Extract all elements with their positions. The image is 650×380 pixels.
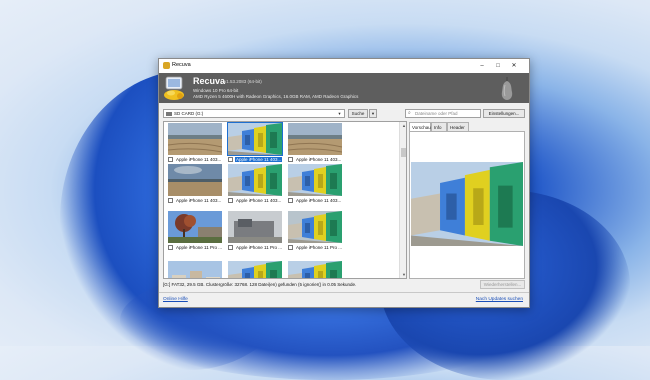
file-thumbnail-item[interactable]: Apple iPhone 11 403... xyxy=(166,122,224,166)
file-thumbnail-item[interactable]: Apple iPhone 11 403... xyxy=(226,163,284,207)
file-checkbox[interactable] xyxy=(168,157,173,162)
file-checkbox[interactable] xyxy=(288,157,293,162)
photo-thumbnail xyxy=(168,123,222,155)
photo-thumbnail xyxy=(168,261,222,278)
tab-vorschau[interactable]: Vorschau xyxy=(409,122,431,131)
divider xyxy=(159,292,529,293)
drive-select[interactable]: SD CARD (G:) ▾ xyxy=(163,109,345,118)
file-checkbox[interactable] xyxy=(228,198,233,203)
photo-thumbnail xyxy=(227,122,283,156)
online-help-link[interactable]: Online Hilfe xyxy=(163,297,188,302)
file-name-label: Apple iPhone 11 403... xyxy=(296,198,342,203)
recuva-window: Recuva – □ ✕ Recuva v1.53.2083 (64-bit) … xyxy=(158,58,530,308)
hardware-info: AMD Ryzen 5 4600H with Radeon Graphics, … xyxy=(193,94,359,99)
file-thumbnail-item[interactable]: Apple iPhone 11 Pro ... xyxy=(166,210,224,254)
file-name-label: Apple iPhone 11 Pro ... xyxy=(236,245,282,250)
photo-thumbnail xyxy=(228,211,282,243)
chevron-down-icon: ▾ xyxy=(338,111,341,116)
app-header: Recuva v1.53.2083 (64-bit) Windows 10 Pr… xyxy=(159,73,529,103)
photo-thumbnail xyxy=(168,211,222,243)
search-options-dropdown[interactable]: ▾ xyxy=(369,109,377,118)
preview-panel xyxy=(409,131,525,279)
file-name-label: Apple iPhone 11 Pro ... xyxy=(296,245,342,250)
drive-select-value: SD CARD (G:) xyxy=(174,111,204,116)
settings-button[interactable]: Einstellungen... xyxy=(483,109,525,118)
search-icon: ⌕ xyxy=(408,110,411,116)
file-checkbox[interactable] xyxy=(228,245,233,250)
minimize-button[interactable]: – xyxy=(477,61,487,71)
recuva-logo-icon xyxy=(164,76,184,100)
file-name-label: Apple iPhone 11 403... xyxy=(296,157,342,162)
file-checkbox[interactable] xyxy=(288,198,293,203)
file-thumbnail-item[interactable] xyxy=(226,260,284,278)
piriform-pear-icon xyxy=(501,77,513,100)
file-thumbnail-item[interactable]: Apple iPhone 11 403... xyxy=(286,163,344,207)
scroll-down-icon[interactable]: ▼ xyxy=(400,271,406,278)
title-bar[interactable]: Recuva – □ ✕ xyxy=(159,59,529,73)
file-thumbnail-grid: ▲ ▼ Apple iPhone 11 403... Apple iPhone … xyxy=(163,121,407,279)
file-thumbnail-item[interactable] xyxy=(286,260,344,278)
window-title: Recuva xyxy=(172,62,191,68)
file-checkbox[interactable] xyxy=(288,245,293,250)
recuva-app-icon xyxy=(163,62,170,69)
photo-thumbnail xyxy=(168,164,222,196)
vertical-scrollbar[interactable]: ▲ ▼ xyxy=(399,122,406,278)
file-thumbnail-item[interactable] xyxy=(166,260,224,278)
app-version: v1.53.2083 (64-bit) xyxy=(224,79,262,84)
file-thumbnail-item[interactable]: Apple iPhone 11 403... xyxy=(166,163,224,207)
photo-thumbnail xyxy=(288,164,342,196)
scrollbar-thumb[interactable] xyxy=(401,148,406,157)
file-name-label: Apple iPhone 11 403... xyxy=(236,198,282,203)
filename-search-input[interactable]: ⌕ Dateiname oder Pfad xyxy=(405,109,481,118)
tab-header[interactable]: Header xyxy=(447,122,469,131)
preview-image xyxy=(411,162,523,246)
file-checkbox[interactable] xyxy=(168,245,173,250)
recover-button[interactable]: Wiederherstellen... xyxy=(480,280,525,289)
file-thumbnail-item[interactable]: Apple iPhone 11 Pro ... xyxy=(286,210,344,254)
photo-thumbnail xyxy=(288,211,342,243)
file-thumbnail-item[interactable]: Apple iPhone 11 Pro ... xyxy=(226,210,284,254)
close-button[interactable]: ✕ xyxy=(509,61,519,71)
file-name-label: Apple iPhone 11 403... xyxy=(235,157,283,162)
file-checkbox[interactable] xyxy=(228,157,233,162)
search-button[interactable]: Suche xyxy=(348,109,368,118)
file-thumbnail-item[interactable]: Apple iPhone 11 403... xyxy=(226,122,284,166)
check-updates-link[interactable]: Nach Updates suchen xyxy=(476,297,523,302)
file-thumbnail-item[interactable]: Apple iPhone 11 403... xyxy=(286,122,344,166)
file-checkbox[interactable] xyxy=(168,198,173,203)
status-text: [G:] FAT32, 29.5 GB. Clustergröße: 32768… xyxy=(163,282,357,287)
photo-thumbnail xyxy=(288,261,342,278)
photo-thumbnail xyxy=(288,123,342,155)
tab-info[interactable]: Info xyxy=(431,122,447,131)
drive-icon xyxy=(166,112,172,116)
scroll-up-icon[interactable]: ▲ xyxy=(400,122,406,129)
filename-search-placeholder: Dateiname oder Pfad xyxy=(415,111,458,116)
file-name-label: Apple iPhone 11 403... xyxy=(176,157,222,162)
photo-thumbnail xyxy=(228,164,282,196)
file-name-label: Apple iPhone 11 403... xyxy=(176,198,222,203)
app-name: Recuva xyxy=(193,76,226,86)
file-name-label: Apple iPhone 11 Pro ... xyxy=(176,245,222,250)
maximize-button[interactable]: □ xyxy=(493,61,503,71)
os-info: Windows 10 Pro 64-bit xyxy=(193,88,239,93)
photo-thumbnail xyxy=(228,261,282,278)
